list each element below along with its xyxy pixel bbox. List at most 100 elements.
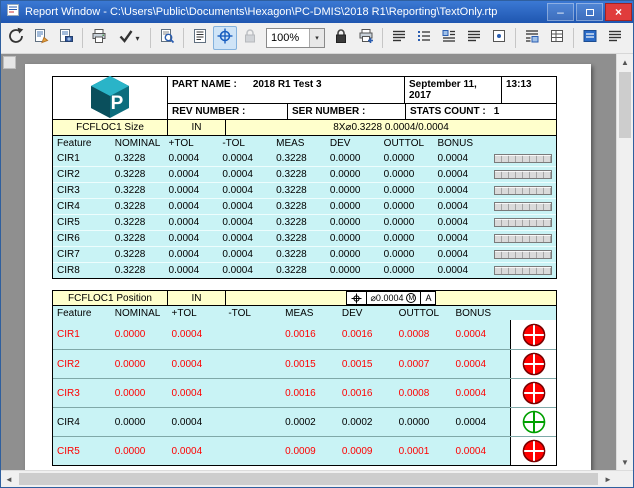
value-cell: 0.3228 bbox=[274, 265, 328, 276]
value-cell: 0.0000 bbox=[328, 217, 382, 228]
vertical-scrollbar[interactable]: ▲ ▼ bbox=[616, 54, 633, 470]
chevron-down-icon[interactable]: ▾ bbox=[135, 34, 139, 43]
summary-list-button[interactable] bbox=[462, 26, 486, 50]
value-cell: 0.0016 bbox=[340, 329, 397, 340]
report-text-button[interactable] bbox=[387, 26, 411, 50]
value-cell: 0.0000 bbox=[382, 201, 436, 212]
report-window: Report Window - C:\Users\Public\Document… bbox=[0, 0, 634, 488]
value-cell: 0.0004 bbox=[220, 185, 274, 196]
panel-view-button[interactable] bbox=[578, 26, 602, 50]
scroll-up-button[interactable]: ▲ bbox=[617, 54, 633, 70]
column-header: BONUS bbox=[435, 138, 489, 149]
value-cell: 0.0004 bbox=[220, 249, 274, 260]
value-cell: 0.0004 bbox=[220, 153, 274, 164]
close-button[interactable]: × bbox=[605, 3, 632, 21]
value-cell: 0.0000 bbox=[113, 388, 170, 399]
in-tolerance-target-icon bbox=[521, 409, 547, 435]
lock-view-button[interactable] bbox=[238, 26, 262, 50]
zoom-select[interactable]: 100%▾ bbox=[266, 28, 325, 48]
size-table-row: CIR50.32280.00040.00040.32280.00000.0000… bbox=[53, 214, 556, 230]
value-cell: 0.3228 bbox=[274, 153, 328, 164]
value-cell: 0.0000 bbox=[382, 249, 436, 260]
table-view-button[interactable] bbox=[545, 26, 569, 50]
print-button[interactable] bbox=[87, 26, 111, 50]
report-time: 13:13 bbox=[502, 77, 556, 103]
tolerance-bar bbox=[494, 154, 552, 163]
value-cell: 0.0000 bbox=[382, 153, 436, 164]
position-band-title: FCFLOC1 Position bbox=[53, 291, 168, 305]
position-table-row: CIR10.00000.00040.00160.00160.00080.0004 bbox=[53, 320, 556, 349]
maximize-button[interactable] bbox=[576, 3, 603, 21]
stats-count-value: 1 bbox=[494, 106, 500, 117]
value-cell: 0.0009 bbox=[340, 446, 397, 457]
refresh-report-button[interactable] bbox=[4, 26, 28, 50]
part-name-value: 2018 R1 Test 3 bbox=[253, 79, 322, 90]
custom-report-button[interactable] bbox=[54, 26, 78, 50]
value-cell: 0.0000 bbox=[113, 329, 170, 340]
column-header: OUTTOL bbox=[397, 308, 454, 319]
column-header: +TOL bbox=[167, 138, 221, 149]
value-cell: 0.0000 bbox=[328, 169, 382, 180]
print-layout-button[interactable] bbox=[354, 26, 378, 50]
titlebar[interactable]: Report Window - C:\Users\Public\Document… bbox=[1, 1, 633, 23]
zoom-lock-button[interactable] bbox=[329, 26, 353, 50]
vertical-scroll-thumb[interactable] bbox=[619, 72, 631, 138]
graph-cell bbox=[489, 218, 556, 227]
edit-template-button[interactable] bbox=[29, 26, 53, 50]
value-cell: 0.0004 bbox=[167, 153, 221, 164]
box-dot-icon bbox=[491, 28, 507, 49]
horizontal-scroll-thumb[interactable] bbox=[19, 473, 598, 485]
minimize-button[interactable]: – bbox=[547, 3, 574, 21]
value-cell: 0.0004 bbox=[453, 329, 510, 340]
text-view-button[interactable] bbox=[188, 26, 212, 50]
value-cell: 0.0004 bbox=[167, 249, 221, 260]
size-table-row: CIR40.32280.00040.00040.32280.00000.0000… bbox=[53, 198, 556, 214]
horizontal-scrollbar[interactable]: ◄ ► bbox=[1, 470, 616, 487]
preview-button[interactable] bbox=[155, 26, 179, 50]
tolerance-bar bbox=[494, 266, 552, 275]
label-template-button[interactable] bbox=[437, 26, 461, 50]
ser-number-label: SER NUMBER : bbox=[288, 104, 406, 119]
feature-name: CIR5 bbox=[53, 217, 113, 228]
value-cell: 0.0000 bbox=[382, 233, 436, 244]
scroll-left-button[interactable]: ◄ bbox=[1, 471, 17, 487]
graph-cell bbox=[489, 170, 556, 179]
mmc-modifier-icon: M bbox=[406, 293, 416, 303]
tolerance-bar bbox=[494, 186, 552, 195]
report-content: P PART NAME : 2018 R1 Test 3 September 1… bbox=[52, 76, 557, 466]
value-cell: 0.0004 bbox=[170, 329, 227, 340]
box-lines-icon bbox=[441, 28, 457, 49]
grid-icon bbox=[549, 28, 565, 49]
vertical-scroll-track[interactable] bbox=[617, 138, 633, 454]
dimension-list-button[interactable] bbox=[412, 26, 436, 50]
report-window-icon bbox=[6, 3, 20, 22]
value-cell: 0.3228 bbox=[113, 249, 167, 260]
graphics-view-button[interactable] bbox=[213, 26, 237, 50]
report-view[interactable]: P PART NAME : 2018 R1 Test 3 September 1… bbox=[1, 54, 616, 470]
grid-view-button[interactable] bbox=[487, 26, 511, 50]
value-cell: 0.0004 bbox=[220, 201, 274, 212]
chevron-down-icon[interactable]: ▾ bbox=[309, 29, 324, 47]
feature-control-frame: ⌀0.0004 M A bbox=[346, 291, 437, 305]
size-table-row: CIR30.32280.00040.00040.32280.00000.0000… bbox=[53, 182, 556, 198]
crosshair-icon bbox=[217, 28, 233, 49]
value-cell: 0.0004 bbox=[220, 169, 274, 180]
size-band-title: FCFLOC1 Size bbox=[53, 120, 168, 135]
approve-report-button[interactable]: ▾ bbox=[112, 26, 146, 50]
column-header: Feature bbox=[53, 138, 113, 149]
feature-name: CIR7 bbox=[53, 249, 113, 260]
refresh-icon bbox=[7, 27, 25, 50]
value-cell: 0.0015 bbox=[283, 359, 340, 370]
scroll-down-button[interactable]: ▼ bbox=[617, 454, 633, 470]
corner-box bbox=[3, 56, 16, 69]
toolbar-separator bbox=[150, 28, 151, 48]
notes-button[interactable] bbox=[603, 26, 627, 50]
section-view-button[interactable] bbox=[520, 26, 544, 50]
value-cell: 0.3228 bbox=[274, 249, 328, 260]
feature-name: CIR3 bbox=[53, 388, 113, 399]
value-cell: 0.0004 bbox=[167, 217, 221, 228]
status-cell bbox=[510, 320, 556, 349]
value-cell: 0.0000 bbox=[382, 169, 436, 180]
value-cell: 0.0002 bbox=[283, 417, 340, 428]
scroll-right-button[interactable]: ► bbox=[600, 471, 616, 487]
